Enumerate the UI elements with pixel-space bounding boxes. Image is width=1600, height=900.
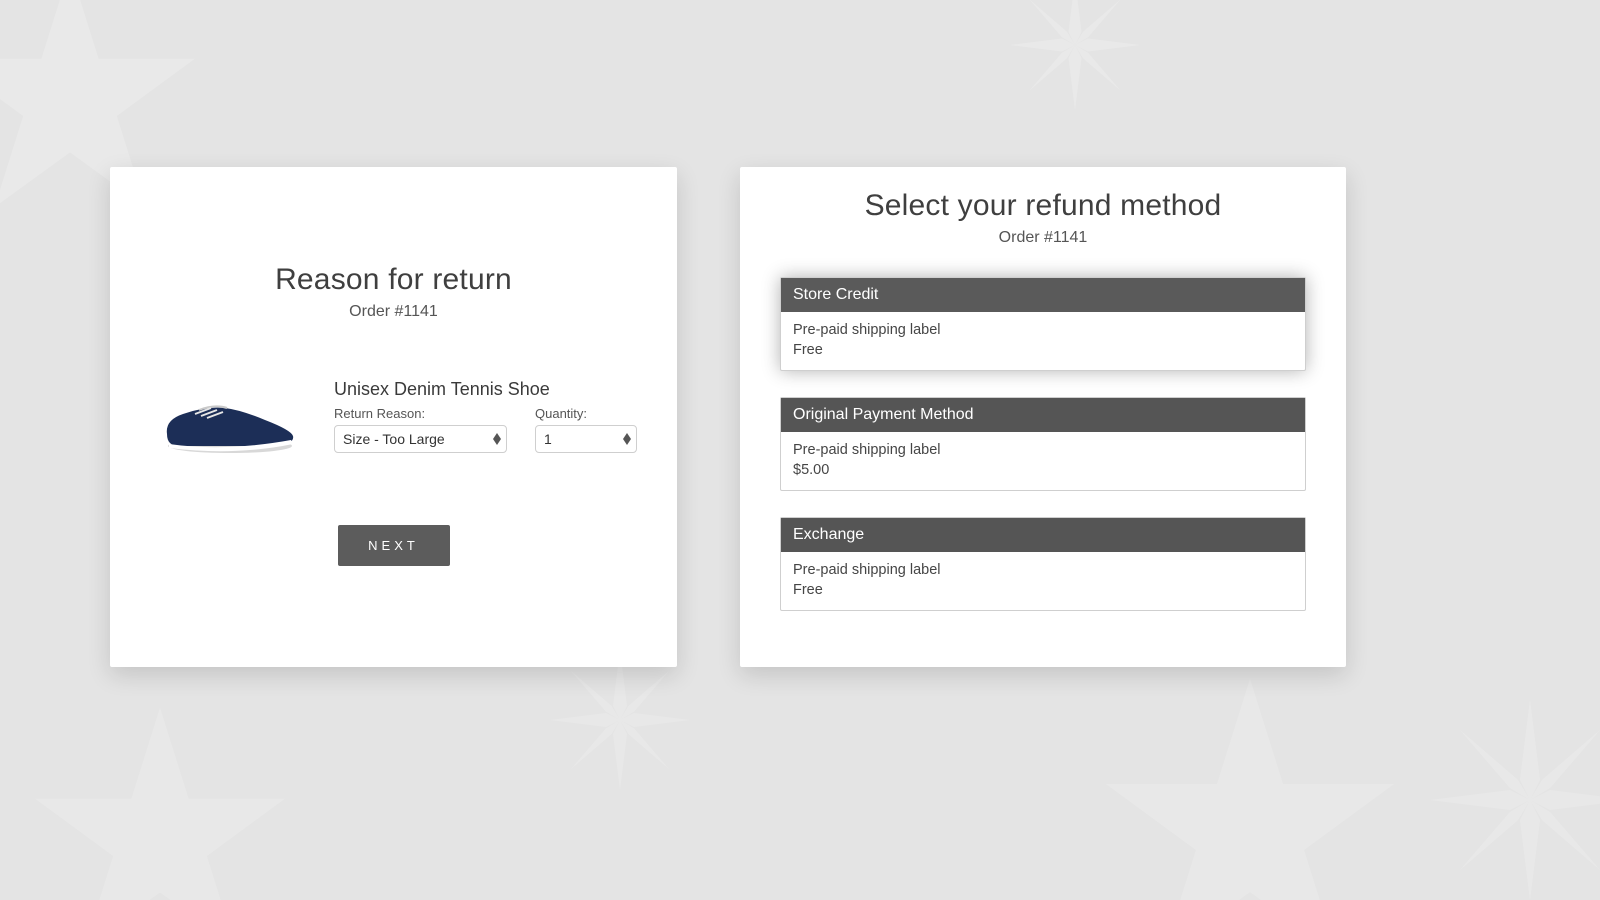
return-reason-label: Return Reason: (334, 406, 507, 421)
refund-method-panel: Select your refund method Order #1141 St… (740, 167, 1346, 667)
refund-option-original-payment[interactable]: Original Payment Method Pre-paid shippin… (780, 397, 1306, 491)
bg-burst-icon (1010, 0, 1140, 110)
refund-option-price: Free (793, 582, 1293, 598)
order-number: Order #1141 (780, 229, 1306, 247)
refund-option-title: Original Payment Method (781, 398, 1305, 432)
return-reason-value: Size - Too Large (343, 431, 445, 447)
select-stepper-icon (490, 428, 504, 450)
order-number: Order #1141 (150, 303, 637, 321)
product-name: Unisex Denim Tennis Shoe (334, 379, 637, 400)
refund-option-desc: Pre-paid shipping label (793, 442, 1293, 458)
panel-title: Reason for return (150, 263, 637, 297)
refund-option-exchange[interactable]: Exchange Pre-paid shipping label Free (780, 517, 1306, 611)
refund-option-desc: Pre-paid shipping label (793, 322, 1293, 338)
bg-star-icon (30, 700, 290, 900)
refund-option-title: Exchange (781, 518, 1305, 552)
quantity-value: 1 (544, 431, 552, 447)
select-stepper-icon (620, 428, 634, 450)
refund-option-desc: Pre-paid shipping label (793, 562, 1293, 578)
quantity-label: Quantity: (535, 406, 637, 421)
return-reason-select[interactable]: Size - Too Large (334, 425, 507, 453)
next-button[interactable]: NEXT (338, 525, 450, 566)
product-row: Unisex Denim Tennis Shoe Return Reason: … (150, 379, 637, 463)
panel-title: Select your refund method (780, 189, 1306, 223)
refund-option-title: Store Credit (781, 278, 1305, 312)
product-image (150, 379, 310, 463)
refund-option-store-credit[interactable]: Store Credit Pre-paid shipping label Fre… (780, 277, 1306, 371)
quantity-select[interactable]: 1 (535, 425, 637, 453)
return-reason-panel: Reason for return Order #1141 Unisex Den… (110, 167, 677, 667)
bg-burst-icon (1430, 700, 1600, 900)
refund-option-price: Free (793, 342, 1293, 358)
bg-star-icon (1100, 670, 1400, 900)
refund-option-price: $5.00 (793, 462, 1293, 478)
bg-burst-icon (550, 650, 690, 790)
